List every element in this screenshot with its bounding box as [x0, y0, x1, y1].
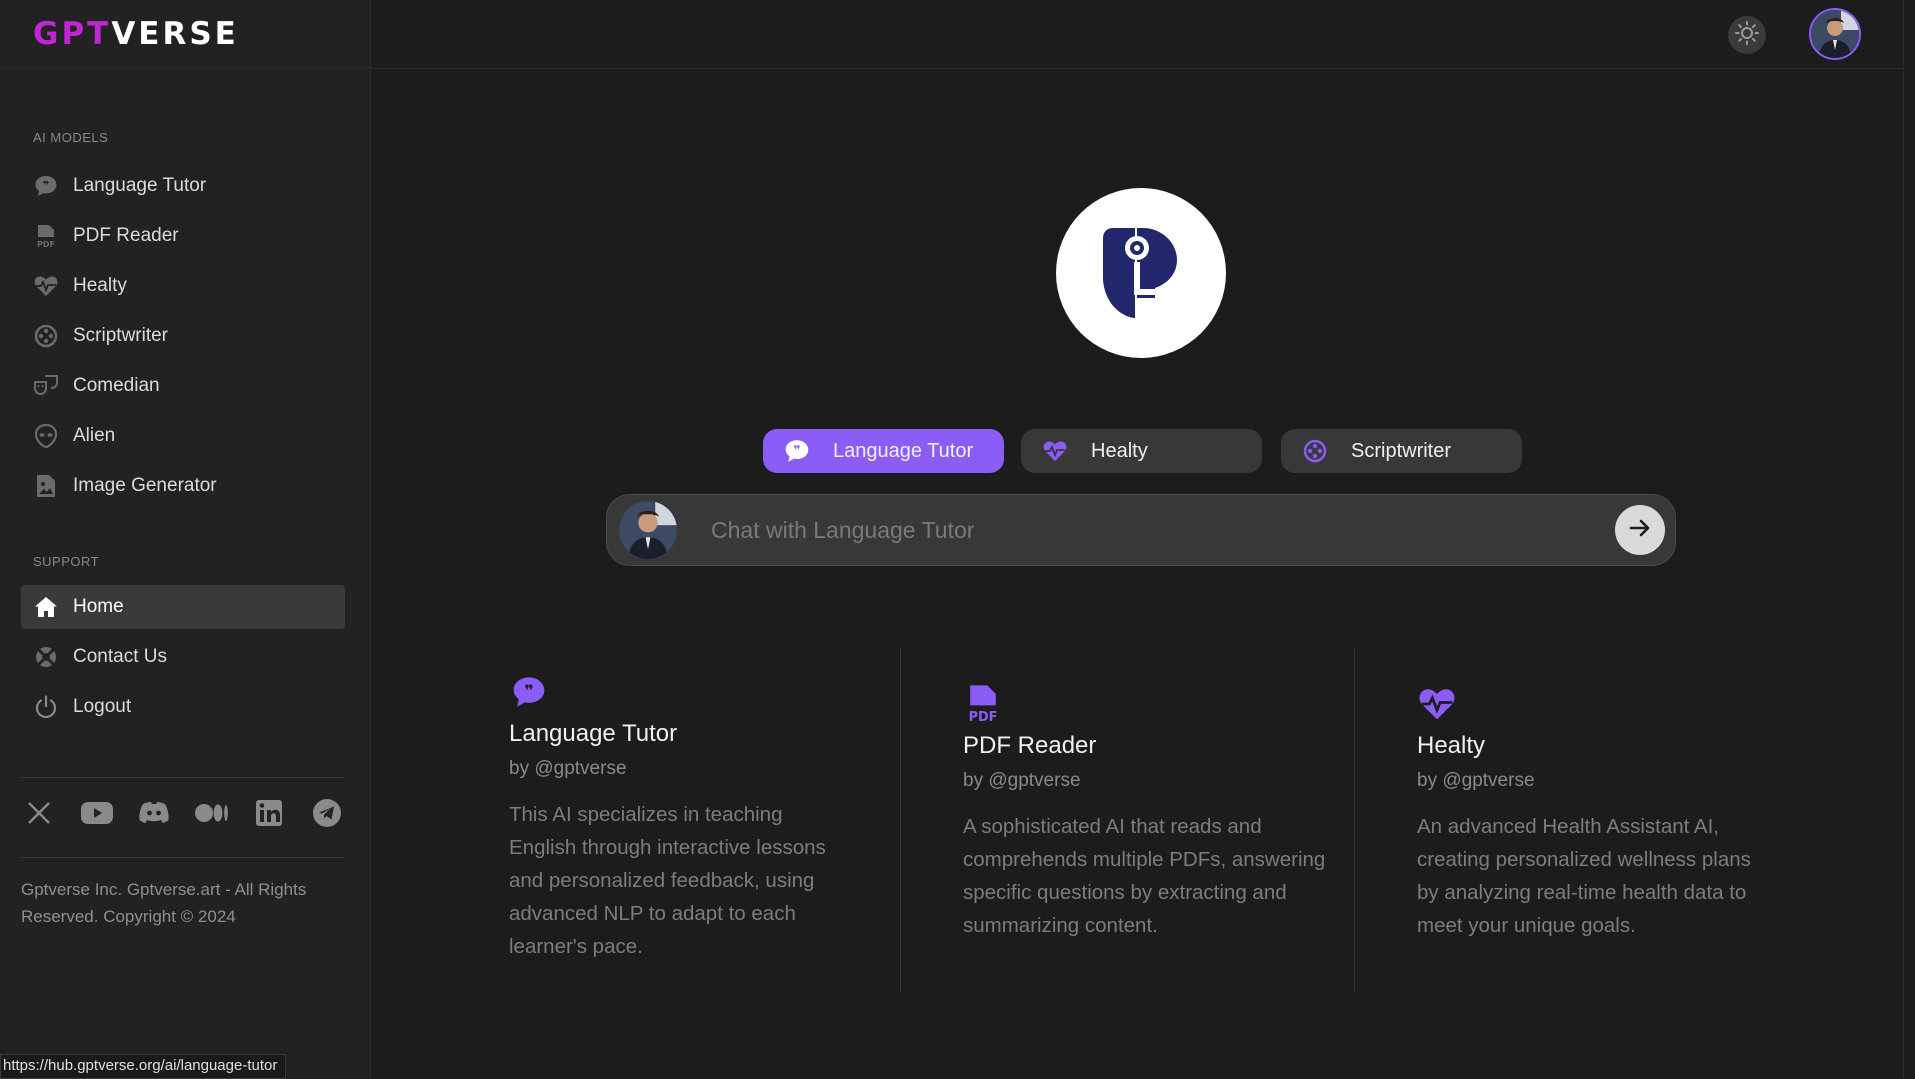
image-file-icon [33, 473, 59, 499]
svg-text:❞: ❞ [794, 443, 801, 457]
model-logo [1056, 188, 1226, 358]
brand-part2: VERSE [111, 15, 239, 52]
sidebar-item-label: PDF Reader [73, 225, 179, 246]
film-reel-icon [1301, 437, 1329, 465]
sidebar: GPT VERSE AI MODELS ❞ Language Tutor PDF… [0, 0, 371, 1079]
sidebar-divider [21, 777, 345, 778]
sidebar-item-label: Home [73, 596, 124, 617]
sidebar-item-healty[interactable]: Healty [21, 264, 345, 308]
user-avatar[interactable] [1809, 8, 1861, 60]
heart-pulse-icon [33, 273, 59, 299]
sidebar-item-home[interactable]: Home [21, 585, 345, 629]
svg-text:❞: ❞ [524, 681, 533, 700]
sidebar-item-label: Comedian [73, 375, 160, 396]
brand-part1: GPT [33, 15, 112, 52]
sidebar-item-label: Healty [73, 275, 127, 296]
sidebar-item-scriptwriter[interactable]: Scriptwriter [21, 314, 345, 358]
card-author: by @gptverse [963, 770, 1081, 791]
heart-pulse-icon [1417, 684, 1457, 724]
quote-bubble-icon: ❞ [783, 437, 811, 465]
pill-language-tutor[interactable]: ❞ Language Tutor [763, 429, 1004, 473]
pill-label: Language Tutor [833, 439, 974, 462]
telegram-icon[interactable] [309, 795, 345, 831]
card-title: Language Tutor [509, 720, 678, 747]
chat-input[interactable] [711, 509, 1591, 551]
chat-box [606, 494, 1676, 566]
card-description: A sophisticated AI that reads and compre… [963, 815, 1326, 937]
sidebar-item-contact-us[interactable]: Contact Us [21, 635, 345, 679]
sidebar-item-label: Logout [73, 696, 132, 717]
sidebar-item-logout[interactable]: Logout [21, 685, 345, 729]
youtube-icon[interactable] [79, 795, 115, 831]
sidebar-divider [21, 857, 345, 858]
quote-bubble-icon: ❞ [33, 173, 59, 199]
sidebar-item-label: Language Tutor [73, 175, 207, 196]
model-card-pdf-reader[interactable]: PDF PDF Reader by @gptverse A sophistica… [963, 684, 1383, 942]
medium-icon[interactable] [194, 795, 230, 831]
send-button[interactable] [1615, 505, 1665, 555]
pill-label: Scriptwriter [1351, 439, 1452, 462]
alien-icon [33, 423, 59, 449]
pdf-file-icon: PDF [33, 223, 59, 249]
status-url: https://hub.gptverse.org/ai/language-tut… [0, 1054, 287, 1079]
card-title: PDF Reader [963, 732, 1097, 759]
chat-user-avatar [619, 501, 677, 559]
theme-toggle-button[interactable] [1728, 16, 1766, 54]
ai-models-label: AI MODELS [33, 130, 109, 145]
sidebar-item-label: Image Generator [73, 475, 217, 496]
card-separator [900, 648, 901, 993]
linkedin-icon[interactable] [251, 795, 287, 831]
support-label: SUPPORT [33, 554, 100, 569]
social-links [21, 795, 345, 831]
model-card-language-tutor[interactable]: ❞ Language Tutor by @gptverse This AI sp… [509, 672, 929, 963]
x-twitter-icon[interactable] [21, 795, 57, 831]
sun-icon [1735, 20, 1759, 50]
card-separator [1354, 648, 1355, 993]
copyright-text: Gptverse Inc. Gptverse.art - All Rights … [21, 880, 307, 926]
pdf-file-icon: PDF [963, 684, 1003, 724]
svg-text:PDF: PDF [37, 240, 55, 249]
pill-scriptwriter[interactable]: Scriptwriter [1281, 429, 1522, 473]
sidebar-item-label: Alien [73, 425, 116, 446]
svg-text:PDF: PDF [969, 710, 998, 724]
heart-pulse-icon [1041, 437, 1069, 465]
power-icon [33, 694, 59, 720]
sidebar-item-image-generator[interactable]: Image Generator [21, 464, 345, 508]
home-icon [33, 594, 59, 620]
sidebar-item-label: Scriptwriter [73, 325, 169, 346]
top-bar [371, 0, 1915, 69]
page-scrollbar[interactable] [1903, 0, 1915, 1079]
quote-bubble-icon: ❞ [509, 672, 549, 712]
sidebar-item-alien[interactable]: Alien [21, 414, 345, 458]
card-author: by @gptverse [1417, 770, 1535, 791]
theater-masks-icon [33, 373, 59, 399]
film-reel-icon [33, 323, 59, 349]
discord-icon[interactable] [136, 795, 172, 831]
card-description: An advanced Health Assistant AI, creatin… [1417, 815, 1751, 937]
sidebar-item-comedian[interactable]: Comedian [21, 364, 345, 408]
pill-label: Healty [1091, 439, 1148, 462]
svg-text:❞: ❞ [43, 179, 49, 192]
support-lifebuoy-icon [33, 644, 59, 670]
sidebar-item-language-tutor[interactable]: ❞ Language Tutor [21, 164, 345, 208]
card-title: Healty [1417, 732, 1486, 759]
arrow-right-icon [1627, 515, 1653, 546]
card-description: This AI specializes in teaching English … [509, 803, 826, 958]
model-card-healty[interactable]: Healty by @gptverse An advanced Health A… [1417, 684, 1837, 942]
sidebar-item-label: Contact Us [73, 646, 167, 667]
sidebar-item-pdf-reader[interactable]: PDF PDF Reader [21, 214, 345, 258]
pill-healty[interactable]: Healty [1021, 429, 1262, 473]
card-author: by @gptverse [509, 758, 627, 779]
brand-logo[interactable]: GPT VERSE [0, 0, 370, 68]
